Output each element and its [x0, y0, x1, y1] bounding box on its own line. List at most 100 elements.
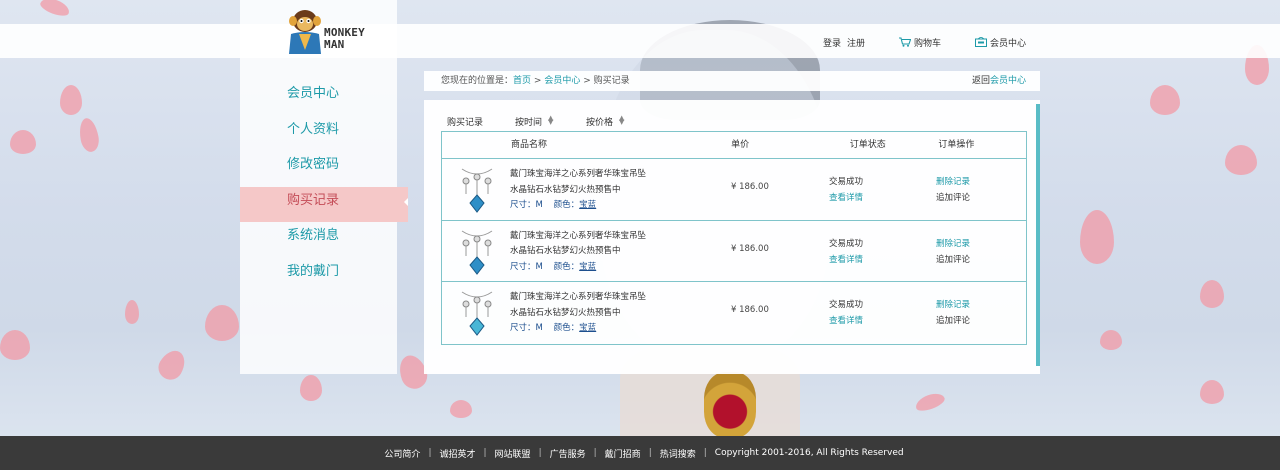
petal	[38, 0, 72, 19]
product-subtitle: 水晶钻石水钻梦幻火热预售中	[510, 307, 621, 318]
petal	[125, 300, 139, 324]
sidebar-nav: 会员中心 个人资料 修改密码 购买记录 系统消息 我的戴门	[240, 80, 408, 293]
breadcrumb-prefix: 您现在的位置是：	[441, 76, 514, 86]
table-row: 戴门珠宝海洋之心系列奢华珠宝吊坠 水晶钻石水钻梦幻火热预售中 尺寸：M 颜色：宝…	[442, 282, 1026, 344]
table-row: 戴门珠宝海洋之心系列奢华珠宝吊坠 水晶钻石水钻梦幻火热预售中 尺寸：M 颜色：宝…	[442, 221, 1026, 282]
product-spec: 尺寸：M 颜色：宝蓝	[510, 260, 710, 276]
table-row: 戴门珠宝海洋之心系列奢华珠宝吊坠 水晶钻石水钻梦幻火热预售中 尺寸：M 颜色：宝…	[442, 159, 1026, 221]
breadcrumb-member[interactable]: 会员中心	[544, 76, 580, 86]
footer-link-about[interactable]: 公司简介	[376, 447, 428, 460]
color-value: 宝蓝	[579, 261, 597, 272]
member-center-link[interactable]: 会员中心	[974, 36, 1026, 49]
breadcrumb-home[interactable]: 首页	[513, 76, 531, 86]
sort-by-time[interactable]: 按时间 ▲ ▼	[515, 115, 554, 129]
delete-record-link[interactable]: 删除记录	[936, 236, 970, 252]
back-link-wrap: 返回会员中心	[972, 71, 1026, 91]
breadcrumb-separator: >	[533, 76, 542, 86]
color-label: 颜色：	[553, 200, 580, 210]
order-ops: 删除记录 追加评论	[936, 174, 970, 206]
footer-link-hot-search[interactable]: 热词搜索	[652, 447, 704, 460]
sidebar-item-member-center[interactable]: 会员中心	[240, 80, 408, 116]
footer: 公司简介 | 诚招英才 | 网站联盟 | 广告服务 | 戴门招商 | 热词搜索 | Copy…	[0, 436, 1280, 470]
petal	[1200, 380, 1224, 404]
header-price: 单价	[731, 140, 750, 150]
petal	[1080, 210, 1114, 264]
view-details-link[interactable]: 查看详情	[829, 313, 863, 329]
back-member-link[interactable]: 会员中心	[990, 76, 1026, 86]
breadcrumb-current: 购买记录	[593, 76, 630, 86]
header-status: 订单状态	[849, 140, 886, 150]
unit-price: ¥ 186.00	[731, 305, 769, 315]
add-review-link[interactable]: 追加评论	[936, 252, 970, 268]
cart-link[interactable]: 购物车	[898, 36, 941, 49]
pendant-image[interactable]	[460, 290, 494, 336]
sidebar-item-system-messages[interactable]: 系统消息	[240, 222, 408, 258]
filter-title: 购买记录	[447, 118, 484, 128]
sort-by-price[interactable]: 按价格 ▲ ▼	[586, 115, 625, 129]
delete-record-link[interactable]: 删除记录	[936, 174, 970, 190]
add-review-link[interactable]: 追加评论	[936, 313, 970, 329]
pendant-image[interactable]	[460, 167, 494, 213]
order-status: 交易成功 查看详情	[829, 297, 863, 329]
petal	[1225, 145, 1257, 175]
petal	[300, 375, 322, 401]
status-text: 交易成功	[829, 177, 864, 187]
footer-link-affiliates[interactable]: 网站联盟	[487, 447, 539, 460]
panel-scrollbar[interactable]	[1036, 104, 1040, 366]
copyright-text: Copyright 2001-2016, All Rights Reserved	[714, 448, 904, 458]
register-link[interactable]: 注册	[847, 36, 865, 49]
breadcrumb: 您现在的位置是：首页 > 会员中心 > 购买记录 返回会员中心	[424, 71, 1040, 91]
delete-record-link[interactable]: 删除记录	[936, 297, 970, 313]
background-earring	[704, 372, 756, 438]
petal	[913, 390, 947, 414]
header-links: 登录 注册 购物车 会员中心	[817, 36, 1026, 49]
add-review-link[interactable]: 追加评论	[936, 190, 970, 206]
color-label: 颜色：	[553, 323, 580, 333]
header-name: 商品名称	[511, 140, 548, 150]
order-ops: 删除记录 追加评论	[936, 236, 970, 268]
unit-price: ¥ 186.00	[731, 182, 769, 192]
sort-by-price-label: 按价格	[586, 118, 614, 128]
product-spec: 尺寸：M 颜色：宝蓝	[510, 198, 710, 214]
cart-label: 购物车	[913, 39, 941, 49]
color-label: 颜色：	[553, 261, 580, 272]
product-spec: 尺寸：M 颜色：宝蓝	[510, 321, 710, 337]
footer-link-careers[interactable]: 诚招英才	[431, 447, 483, 460]
status-text: 交易成功	[829, 238, 864, 249]
logo-text: MONKEY MAN	[324, 26, 365, 51]
header-ops: 订单操作	[938, 140, 975, 150]
color-value: 宝蓝	[579, 323, 597, 333]
cart-icon	[898, 37, 911, 47]
login-link[interactable]: 登录	[823, 36, 841, 49]
order-status: 交易成功 查看详情	[829, 236, 863, 268]
records-panel: 购买记录 按时间 ▲ ▼ 按价格 ▲ ▼ 商品名称 单价 订单状态 订单操作 戴门珠宝海…	[424, 100, 1040, 374]
records-table: 商品名称 单价 订单状态 订单操作 戴门珠宝海洋之心系列奢华珠宝吊坠 水晶钻石水…	[441, 131, 1027, 345]
view-details-link[interactable]: 查看详情	[829, 190, 863, 206]
petal	[1150, 85, 1180, 115]
product-description: 戴门珠宝海洋之心系列奢华珠宝吊坠 水晶钻石水钻梦幻火热预售中 尺寸：M 颜色：宝…	[510, 229, 710, 276]
petal	[154, 346, 190, 384]
petal	[10, 130, 36, 154]
view-details-link[interactable]: 查看详情	[829, 252, 863, 268]
footer-link-franchise[interactable]: 戴门招商	[597, 447, 649, 460]
filter-bar: 购买记录 按时间 ▲ ▼ 按价格 ▲ ▼	[447, 115, 657, 129]
sidebar-item-profile[interactable]: 个人资料	[240, 116, 408, 152]
petal	[77, 116, 101, 154]
member-center-label: 会员中心	[989, 39, 1026, 49]
product-title[interactable]: 戴门珠宝海洋之心系列奢华珠宝吊坠	[510, 229, 710, 245]
sidebar-item-my-daimen[interactable]: 我的戴门	[240, 258, 408, 294]
petal	[1100, 330, 1122, 350]
monkey-logo-icon	[289, 10, 321, 54]
color-value: 宝蓝	[579, 200, 597, 210]
product-subtitle: 水晶钻石水钻梦幻火热预售中	[510, 184, 621, 195]
sidebar-item-purchase-records[interactable]: 购买记录	[240, 186, 408, 222]
petal	[205, 305, 239, 341]
footer-link-ads[interactable]: 广告服务	[542, 447, 594, 460]
pendant-image[interactable]	[460, 229, 494, 275]
product-title[interactable]: 戴门珠宝海洋之心系列奢华珠宝吊坠	[510, 290, 710, 306]
sidebar-item-password[interactable]: 修改密码	[240, 151, 408, 187]
product-title[interactable]: 戴门珠宝海洋之心系列奢华珠宝吊坠	[510, 167, 710, 183]
back-prefix: 返回	[971, 76, 990, 86]
size-label: 尺寸：M	[510, 200, 543, 210]
product-description: 戴门珠宝海洋之心系列奢华珠宝吊坠 水晶钻石水钻梦幻火热预售中 尺寸：M 颜色：宝…	[510, 167, 710, 214]
